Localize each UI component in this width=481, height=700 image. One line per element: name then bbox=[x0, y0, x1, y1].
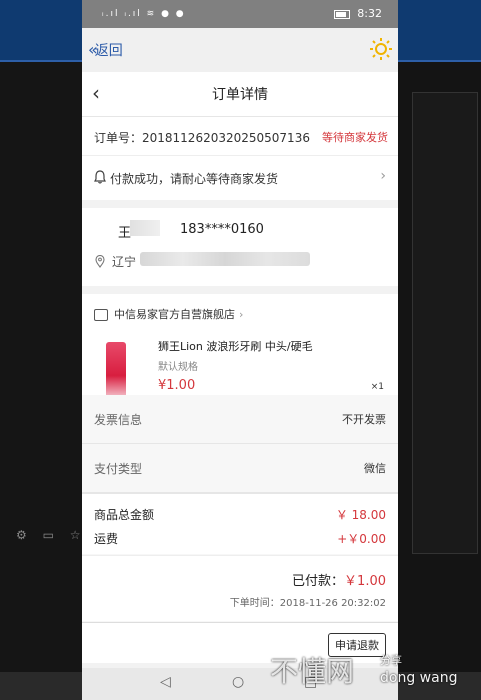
location-pin-icon bbox=[95, 255, 105, 268]
desktop-left-toolbar-icons: ⚙ ▭ ☆ bbox=[16, 528, 87, 542]
shipping-label: 运费 bbox=[94, 532, 119, 546]
amount-block: 商品总金额 ￥ 18.00 运费 +￥0.00 bbox=[82, 493, 398, 554]
order-time: 下单时间：2018-11-26 20:32:02 bbox=[229, 598, 386, 609]
product-image[interactable] bbox=[106, 342, 126, 398]
recipient-phone: 183****0160 bbox=[180, 222, 264, 237]
signal-icons: ᵢ.ıl ᵢ.ıl ≋ ● ● bbox=[102, 9, 186, 19]
goods-total-label: 商品总金额 bbox=[94, 508, 155, 522]
paid-block: 已付款：￥1.00 下单时间：2018-11-26 20:32:02 bbox=[82, 555, 398, 621]
payment-notice-text: 付款成功，请耐心等待商家发货 bbox=[110, 172, 279, 186]
status-right: 8:32 bbox=[333, 7, 382, 20]
shipping-value: +￥0.00 bbox=[337, 532, 386, 546]
payment-notice-row[interactable]: 付款成功，请耐心等待商家发货 › bbox=[82, 156, 398, 200]
bell-icon bbox=[94, 170, 106, 184]
product-price: ¥1.00 bbox=[158, 378, 196, 393]
invoice-label: 发票信息 bbox=[94, 413, 143, 427]
nav-home-icon[interactable]: ○ bbox=[232, 674, 244, 690]
address-region: 辽宁 bbox=[112, 255, 137, 269]
payment-type-row: 支付类型 微信 bbox=[82, 444, 398, 493]
product-quantity: ×1 bbox=[370, 382, 384, 392]
desktop-taskbar-right bbox=[398, 0, 481, 60]
payment-type-label: 支付类型 bbox=[94, 462, 143, 476]
redacted-address bbox=[140, 252, 310, 266]
goods-total-value: ￥ 18.00 bbox=[335, 508, 386, 522]
watermark-logo: 不懂网 bbox=[270, 655, 355, 688]
order-number-row: 订单号：2018112620320250507136 等待商家发货 bbox=[82, 117, 398, 156]
phone-screen: ᵢ.ıl ᵢ.ıl ≋ ● ● 8:32 «返回 ‹ 订单详情 订单号：2018… bbox=[82, 0, 398, 700]
double-chevron-left-icon: « bbox=[88, 40, 98, 59]
clock: 8:32 bbox=[357, 7, 382, 20]
paid-value: ￥1.00 bbox=[344, 574, 386, 589]
chevron-right-icon: › bbox=[239, 308, 244, 321]
order-status: 等待商家发货 bbox=[322, 131, 388, 144]
watermark-latin: dong wang bbox=[380, 670, 458, 686]
watermark-share: 分享 bbox=[380, 654, 402, 667]
store-icon bbox=[94, 309, 108, 321]
back-label: 返回 bbox=[94, 43, 123, 59]
back-link[interactable]: «返回 bbox=[88, 40, 123, 60]
page-title: 订单详情 bbox=[212, 87, 268, 103]
paid-amount: 已付款：￥1.00 bbox=[292, 570, 386, 589]
app-bar: «返回 bbox=[82, 28, 398, 72]
shop-name: 中信易家官方自营旗舰店 bbox=[114, 308, 235, 321]
product-spec: 默认规格 bbox=[158, 362, 198, 373]
sun-icon[interactable] bbox=[370, 38, 392, 60]
page-header: ‹ 订单详情 bbox=[82, 72, 398, 117]
desktop-left-panel bbox=[0, 60, 82, 672]
order-number: 订单号：2018112620320250507136 bbox=[94, 131, 310, 145]
shop-header[interactable]: 中信易家官方自营旗舰店 › bbox=[94, 306, 243, 322]
desktop-taskbar-left bbox=[0, 0, 82, 60]
address-card[interactable]: 王 183****0160 辽宁 bbox=[82, 208, 398, 286]
battery-icon bbox=[333, 9, 350, 19]
nav-back-icon[interactable]: ◁ bbox=[160, 674, 171, 690]
chevron-right-icon: › bbox=[380, 168, 386, 184]
status-bar: ᵢ.ıl ᵢ.ıl ≋ ● ● 8:32 bbox=[82, 0, 398, 28]
paid-label: 已付款： bbox=[292, 574, 345, 589]
payment-type-value: 微信 bbox=[364, 462, 386, 475]
product-name[interactable]: 狮王Lion 波浪形牙刷 中头/硬毛 bbox=[158, 338, 313, 354]
desktop-right-window bbox=[412, 92, 478, 554]
redacted-name bbox=[130, 220, 160, 236]
invoice-value: 不开发票 bbox=[342, 413, 386, 426]
invoice-row: 发票信息 不开发票 bbox=[82, 395, 398, 444]
